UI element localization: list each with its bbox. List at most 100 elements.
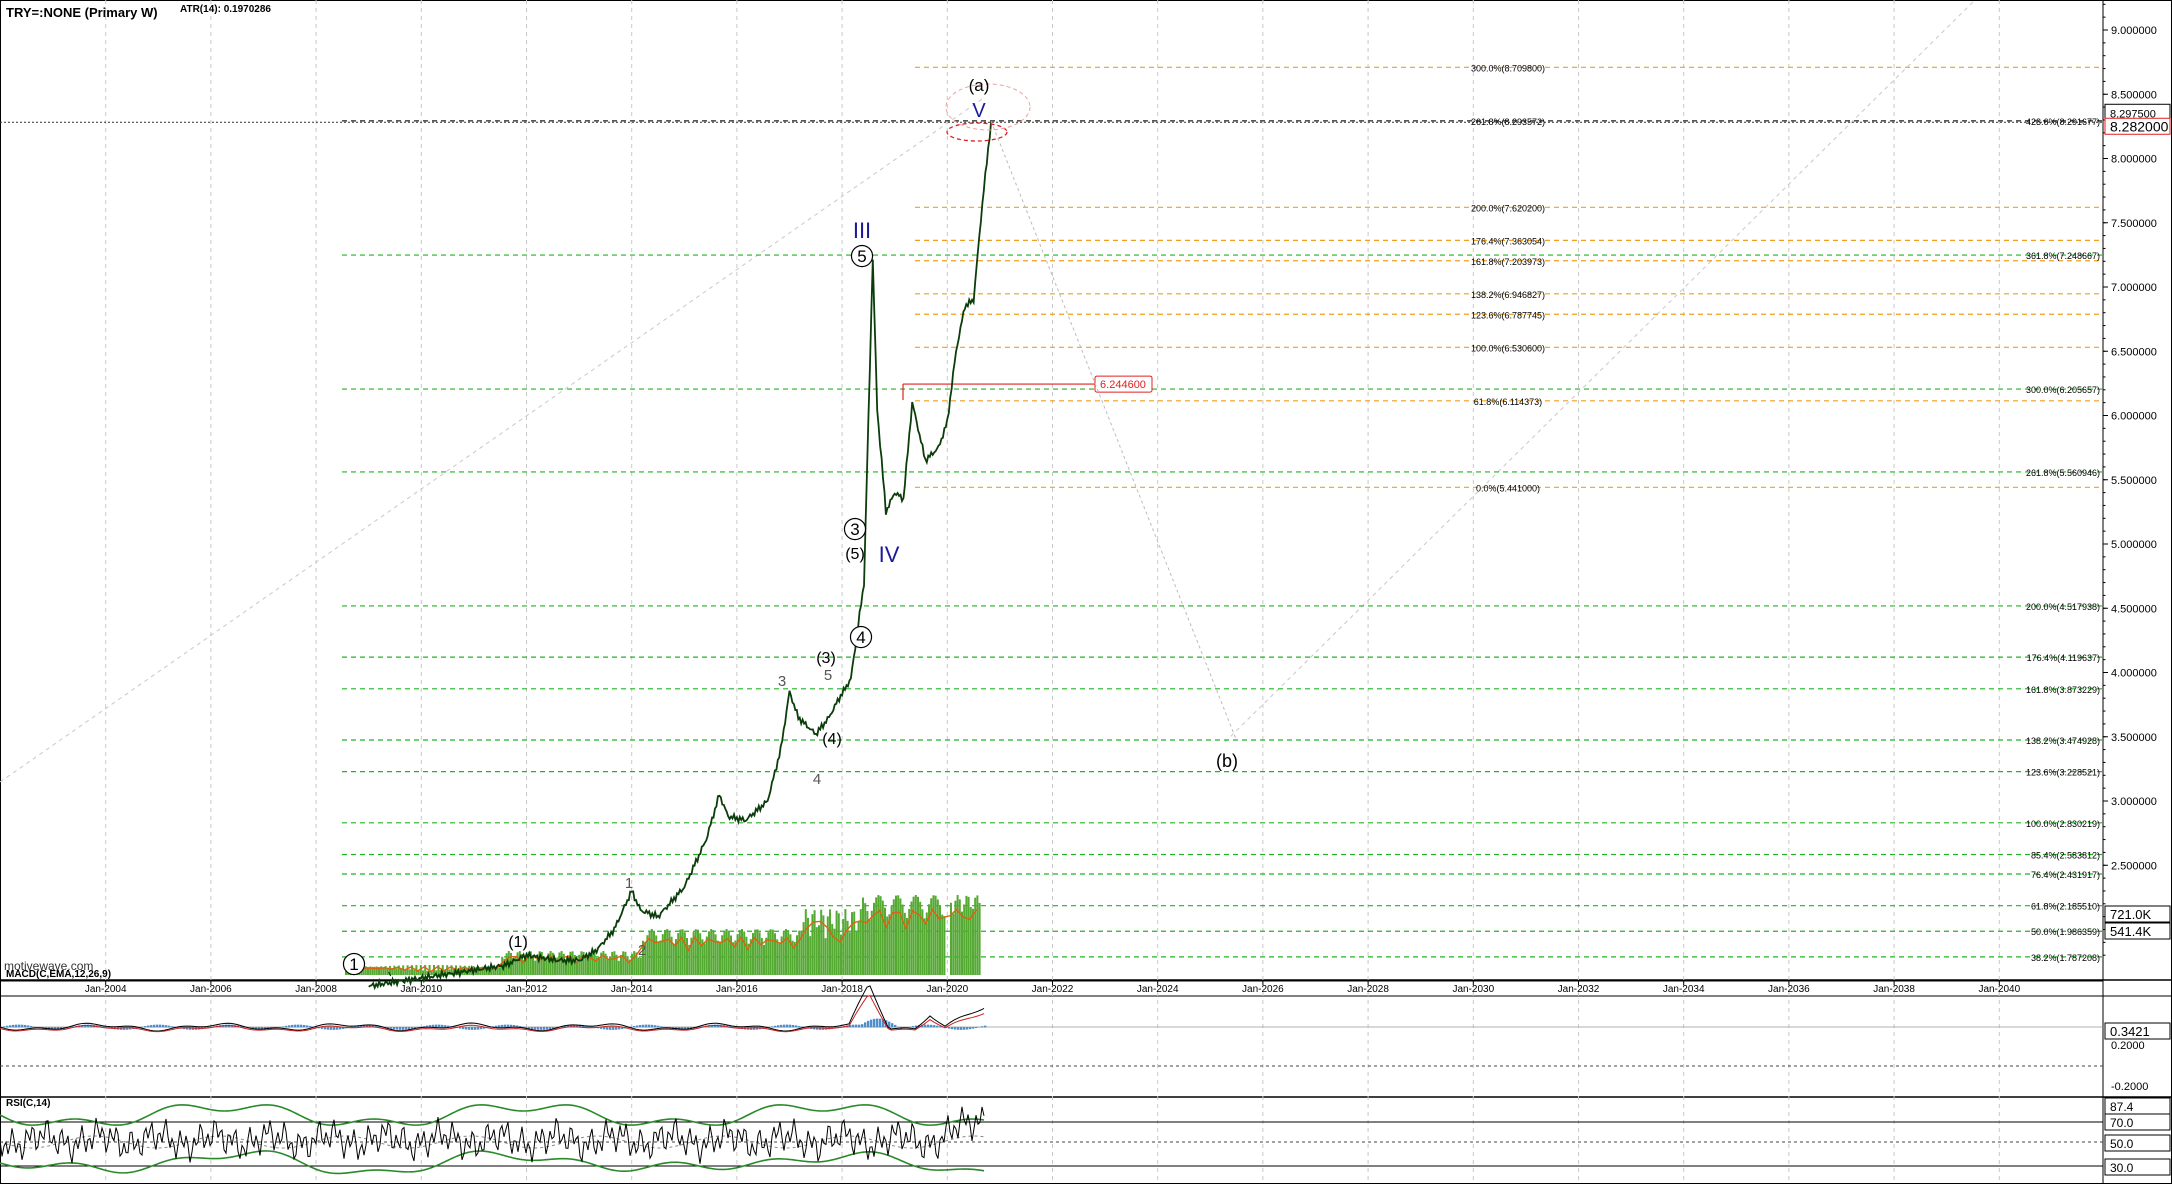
volume-bar xyxy=(602,951,605,975)
wave-label-text: 2 xyxy=(638,942,646,959)
volume-bar xyxy=(820,909,823,975)
fib-label-center: 300.0%(8.709800) xyxy=(1471,63,1545,73)
macd-histogram-bar xyxy=(909,1026,912,1028)
volume-bar xyxy=(657,942,660,975)
x-tick-label: Jan-2018 xyxy=(821,984,863,995)
macd-histogram-bar xyxy=(975,1027,978,1029)
volume-bar xyxy=(782,931,785,975)
x-tick-label: Jan-2022 xyxy=(1032,984,1074,995)
macd-histogram-bar xyxy=(639,1025,642,1028)
x-tick-label: Jan-2030 xyxy=(1452,984,1494,995)
macd-histogram-bar xyxy=(474,1027,477,1030)
rsi-badge-50: 50.0 xyxy=(2110,1137,2134,1151)
macd-histogram-bar xyxy=(402,1027,405,1030)
macd-histogram-bar xyxy=(894,1024,897,1028)
volume-bar xyxy=(617,960,620,975)
macd-histogram-bar xyxy=(18,1024,21,1028)
macd-badge: 0.3421 xyxy=(2110,1024,2150,1039)
volume-bar xyxy=(892,899,895,975)
volume-bar xyxy=(727,930,730,975)
volume-bar xyxy=(802,922,805,975)
wave-label-text: 1 xyxy=(625,875,633,892)
volume-bar xyxy=(789,934,792,975)
volume-bar xyxy=(787,930,790,975)
fib-label-right: 423.6%(8.291677) xyxy=(2026,117,2100,127)
rsi-badge-30: 30.0 xyxy=(2110,1161,2134,1175)
wave-label-text: (5) xyxy=(845,546,865,563)
price-tick-label: 3.500000 xyxy=(2111,732,2157,744)
x-tick-label: Jan-2014 xyxy=(611,984,653,995)
volume-bar xyxy=(756,929,759,975)
wave-label-text: III xyxy=(853,218,871,243)
macd-histogram-bar xyxy=(279,1027,282,1028)
wave-label-text: 4 xyxy=(856,628,865,647)
macd-histogram-bar xyxy=(393,1027,396,1030)
volume-bar xyxy=(754,929,757,975)
volume-bar xyxy=(626,956,629,975)
wave-label-text: 5 xyxy=(857,247,866,266)
macd-histogram-bar xyxy=(873,1018,876,1028)
macd-histogram-bar xyxy=(540,1027,543,1030)
macd-histogram-bar xyxy=(618,1027,621,1030)
macd-histogram-bar xyxy=(930,1024,933,1028)
macd-histogram-bar xyxy=(501,1024,504,1028)
macd-title: MACD(C,EMA,12,26,9) xyxy=(6,969,111,980)
fib-label-right: 161.8%(3.873229) xyxy=(2026,685,2100,695)
macd-histogram-bar xyxy=(858,1024,861,1028)
wave-label-text: 1 xyxy=(349,955,358,974)
fib-label-center: 61.8%(6.114373) xyxy=(1474,397,1542,407)
macd-histogram-bar xyxy=(648,1024,651,1028)
macd-tick: 0.2000 xyxy=(2111,1040,2145,1052)
macd-histogram-bar xyxy=(408,1027,411,1030)
volume-bar xyxy=(774,933,776,975)
macd-histogram-bar xyxy=(960,1027,963,1030)
price-tick-label: 2.500000 xyxy=(2111,860,2157,872)
macd-histogram-bar xyxy=(327,1027,330,1030)
price-tick-label: 4.500000 xyxy=(2111,603,2157,615)
macd-histogram-bar xyxy=(774,1025,777,1028)
macd-histogram-bar xyxy=(864,1022,867,1028)
volume-bar xyxy=(978,902,981,975)
x-tick-label: Jan-2028 xyxy=(1347,984,1389,995)
fib-label-center: 100.0%(6.530600) xyxy=(1471,343,1545,353)
macd-histogram-bar xyxy=(948,1027,951,1029)
volume-bar xyxy=(778,943,781,975)
volume-bar xyxy=(758,932,761,975)
macd-histogram-bar xyxy=(168,1025,171,1028)
volume-bar xyxy=(712,930,715,975)
wave-label-w_s2: 2 xyxy=(638,942,646,959)
volume-bar xyxy=(868,919,871,975)
volume-bar xyxy=(813,910,816,975)
volume-bar xyxy=(648,930,651,975)
volume-bar xyxy=(917,896,919,975)
macd-histogram-bar xyxy=(33,1026,36,1028)
volume-bar xyxy=(818,925,820,975)
x-tick-label: Jan-2008 xyxy=(295,984,337,995)
volume-bar xyxy=(855,930,858,975)
macd-histogram-bar xyxy=(300,1024,303,1028)
macd-histogram-bar xyxy=(609,1027,612,1030)
macd-histogram-bar xyxy=(897,1026,900,1028)
rsi-badge-874: 87.4 xyxy=(2110,1100,2134,1114)
fib-label-center: 0.0%(5.441000) xyxy=(1476,483,1540,493)
wave-label-text: IV xyxy=(879,542,900,567)
macd-histogram-bar xyxy=(306,1025,309,1028)
macd-histogram-bar xyxy=(468,1027,471,1030)
volume-bar xyxy=(620,954,622,975)
macd-histogram-bar xyxy=(876,1018,879,1028)
volume-bar xyxy=(934,895,937,975)
macd-histogram-bar xyxy=(537,1027,540,1030)
macd-histogram-bar xyxy=(282,1026,285,1028)
macd-histogram-bar xyxy=(390,1027,393,1029)
wave-label-w_p4: (4) xyxy=(822,731,842,748)
macd-histogram-bar xyxy=(777,1025,780,1028)
macd-histogram-bar xyxy=(144,1026,147,1028)
fib-label-right: 100.0%(2.830219) xyxy=(2026,819,2100,829)
macd-histogram-bar xyxy=(498,1025,501,1028)
macd-histogram-bar xyxy=(969,1027,972,1030)
volume-bar xyxy=(961,911,963,975)
x-tick-label: Jan-2004 xyxy=(85,984,127,995)
volume-bar xyxy=(809,936,812,975)
volume-bar xyxy=(895,895,897,975)
volume-bar xyxy=(624,951,627,975)
